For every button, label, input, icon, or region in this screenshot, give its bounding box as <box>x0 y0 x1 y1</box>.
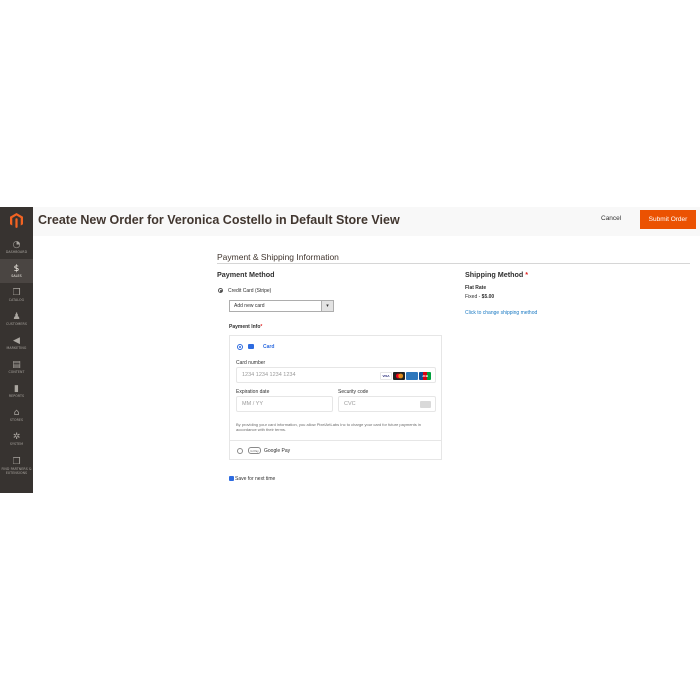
cvc-card-icon <box>420 401 431 408</box>
sidebar-item-customers[interactable]: ♟ CUSTOMERS <box>0 307 33 331</box>
sidebar-item-stores[interactable]: ⌂ STORES <box>0 403 33 427</box>
cancel-button[interactable]: Cancel <box>601 215 621 222</box>
cvc-placeholder: CVC <box>344 401 356 407</box>
sidebar-item-catalog[interactable]: ❒ CATALOG <box>0 283 33 307</box>
sidebar-item-label: REPORTS <box>8 394 25 398</box>
sidebar-item-label: DASHBOARD <box>5 250 28 254</box>
card-tab-label[interactable]: Card <box>263 344 274 350</box>
chevron-down-icon: ▾ <box>321 301 333 311</box>
shipping-method-heading: Shipping Method * <box>465 270 528 279</box>
shipping-method-text: Shipping Method <box>465 270 524 279</box>
card-tab-radio[interactable] <box>237 344 243 350</box>
partners-icon: ❒ <box>12 457 21 467</box>
amex-icon <box>406 372 418 380</box>
mastercard-icon <box>393 372 405 380</box>
shipping-rate: Fixed - $5.00 <box>465 294 494 300</box>
saved-card-select-value: Add new card <box>234 303 265 309</box>
stripe-payment-element: Card Card number 1234 1234 1234 1234 VIS… <box>229 335 442 460</box>
jcb-icon: JCB <box>419 372 431 380</box>
sidebar-item-label: MARKETING <box>6 346 27 350</box>
save-card-checkbox[interactable] <box>229 476 234 489</box>
store-icon: ⌂ <box>13 408 20 418</box>
dollar-icon: $ <box>13 264 20 274</box>
saved-card-select[interactable]: Add new card ▾ <box>229 300 334 312</box>
sidebar-item-label: STORES <box>9 418 24 422</box>
cube-icon: ❒ <box>12 288 21 298</box>
bar-chart-icon: ▮ <box>14 384 19 394</box>
sidebar-item-sales[interactable]: $ SALES <box>0 259 33 283</box>
page: ◔ DASHBOARD $ SALES ❒ CATALOG ♟ CUSTOMER… <box>0 0 700 700</box>
required-marker: * <box>260 324 263 330</box>
credit-card-icon <box>248 344 254 349</box>
payment-info-label: Payment Info* <box>229 324 262 330</box>
visa-icon: VISA <box>380 372 392 380</box>
sidebar-item-partners[interactable]: ❒ FIND PARTNERS & EXTENSIONS <box>0 451 33 481</box>
shipping-rate-name: Flat Rate <box>465 285 487 291</box>
cvc-label: Security code <box>338 389 369 395</box>
shipping-rate-prefix: Fixed - <box>465 294 482 300</box>
sidebar-item-label: CUSTOMERS <box>6 322 27 326</box>
section-divider <box>217 263 690 264</box>
megaphone-icon: ◀ <box>13 336 20 346</box>
change-shipping-link[interactable]: Click to change shipping method <box>465 310 537 316</box>
stripe-payment-radio[interactable] <box>218 288 223 293</box>
section-title: Payment & Shipping Information <box>217 252 339 262</box>
card-number-placeholder: 1234 1234 1234 1234 <box>242 372 296 378</box>
payment-divider <box>230 440 441 441</box>
sidebar-item-content[interactable]: ▤ CONTENT <box>0 355 33 379</box>
shipping-rate-price: $5.00 <box>481 294 495 300</box>
card-number-input[interactable]: 1234 1234 1234 1234 VISA JCB <box>236 367 436 383</box>
submit-order-button[interactable]: Submit Order <box>640 210 696 229</box>
required-marker: * <box>525 270 529 279</box>
dashboard-icon: ◔ <box>12 240 21 250</box>
sidebar-item-reports[interactable]: ▮ REPORTS <box>0 379 33 403</box>
card-disclaimer: By providing your card information, you … <box>236 422 421 432</box>
gear-icon: ✲ <box>12 432 21 442</box>
payment-info-text: Payment Info <box>229 324 261 330</box>
google-pay-radio[interactable] <box>237 448 243 454</box>
content-icon: ▤ <box>12 360 21 370</box>
admin-sidebar: ◔ DASHBOARD $ SALES ❒ CATALOG ♟ CUSTOMER… <box>0 207 33 493</box>
expiry-placeholder: MM / YY <box>242 401 263 407</box>
expiry-input[interactable]: MM / YY <box>236 396 333 412</box>
person-icon: ♟ <box>12 312 21 322</box>
google-pay-icon: G Pay <box>248 447 261 454</box>
card-number-label: Card number <box>236 360 266 366</box>
sidebar-item-label: SYSTEM <box>9 442 24 446</box>
page-header: Create New Order for Veronica Costello i… <box>33 207 700 236</box>
cvc-input[interactable]: CVC <box>338 396 436 412</box>
sidebar-item-dashboard[interactable]: ◔ DASHBOARD <box>0 235 33 259</box>
sidebar-item-label: CONTENT <box>8 370 25 374</box>
payment-method-label: Credit Card (Stripe) <box>228 288 272 294</box>
expiry-label: Expiration date <box>236 389 270 395</box>
sidebar-item-marketing[interactable]: ◀ MARKETING <box>0 331 33 355</box>
page-title: Create New Order for Veronica Costello i… <box>38 213 400 227</box>
sidebar-item-label: CATALOG <box>8 298 25 302</box>
sidebar-item-system[interactable]: ✲ SYSTEM <box>0 427 33 451</box>
google-pay-label[interactable]: Google Pay <box>264 448 290 454</box>
magento-logo-icon[interactable] <box>0 207 33 234</box>
sidebar-item-label: SALES <box>11 274 22 278</box>
save-card-label: Save for next time <box>235 476 276 482</box>
sidebar-item-label: FIND PARTNERS & EXTENSIONS <box>1 467 32 475</box>
card-brands: VISA JCB <box>380 372 431 380</box>
payment-method-heading: Payment Method <box>217 270 275 279</box>
